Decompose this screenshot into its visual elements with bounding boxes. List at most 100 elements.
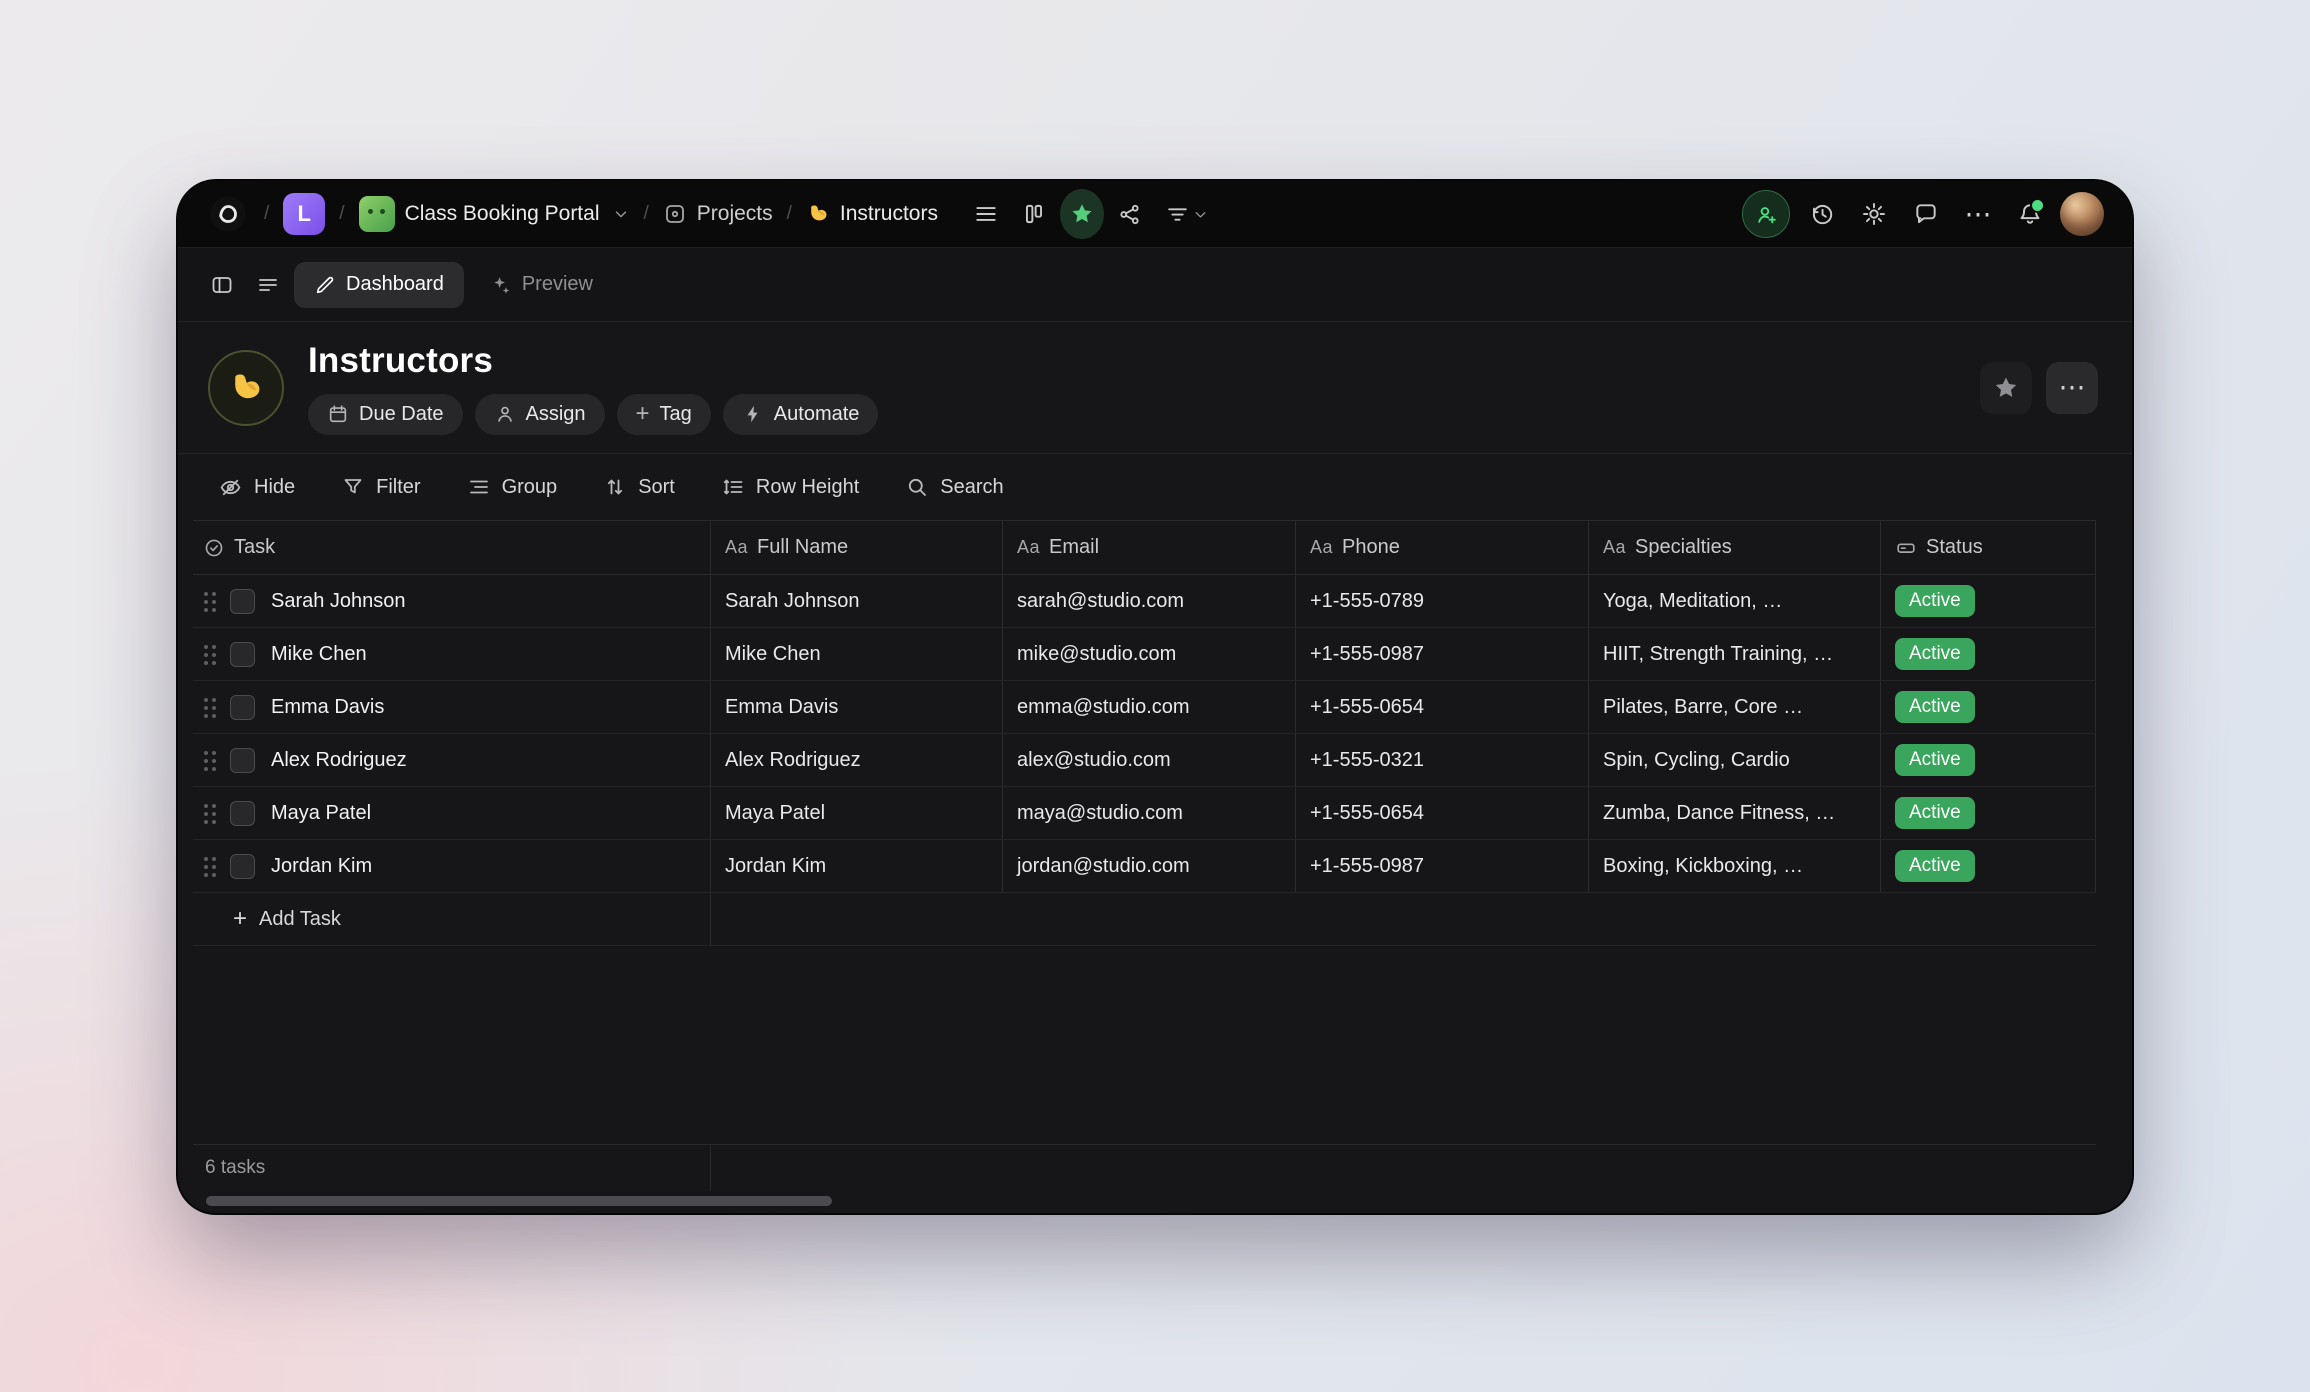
invite-members-button[interactable]	[1740, 192, 1792, 236]
scrollbar-thumb[interactable]	[206, 1196, 832, 1206]
sidebar-toggle-button[interactable]	[202, 265, 242, 305]
share-button[interactable]	[1108, 192, 1152, 236]
specialties-cell[interactable]: Spin, Cycling, Cardio	[1589, 734, 1881, 786]
add-task-button[interactable]: + Add Task	[193, 893, 711, 945]
column-header-email[interactable]: Aa Email	[1003, 521, 1296, 574]
list-view-button[interactable]	[964, 192, 1008, 236]
automate-button[interactable]: Automate	[723, 394, 879, 435]
breadcrumb-team[interactable]: Class Booking Portal	[359, 196, 630, 232]
phone-cell[interactable]: +1-555-0321	[1296, 734, 1589, 786]
help-chat-button[interactable]	[1904, 192, 1948, 236]
page-label: Instructors	[840, 202, 938, 226]
notification-dot	[2030, 198, 2045, 213]
email-cell[interactable]: jordan@studio.com	[1003, 840, 1296, 892]
row-height-button[interactable]: Row Height	[721, 475, 859, 499]
page-more-button[interactable]: ⋯	[2046, 362, 2098, 414]
breadcrumb-separator: /	[644, 203, 649, 225]
email-cell[interactable]: alex@studio.com	[1003, 734, 1296, 786]
workspace-avatar[interactable]: L	[283, 193, 325, 235]
calendar-icon	[327, 403, 349, 425]
specialties-cell[interactable]: Zumba, Dance Fitness, …	[1589, 787, 1881, 839]
search-icon	[905, 475, 929, 499]
status-cell[interactable]: Active	[1881, 787, 2096, 839]
view-switcher	[964, 192, 1218, 236]
table-row[interactable]: Sarah Johnson Sarah Johnson sarah@studio…	[193, 575, 2096, 628]
full-name-cell[interactable]: Emma Davis	[711, 681, 1003, 733]
filter-button[interactable]: Filter	[341, 475, 420, 499]
breadcrumb-page[interactable]: Instructors	[806, 202, 938, 226]
favorite-view-button[interactable]	[1060, 192, 1104, 236]
assign-button[interactable]: Assign	[475, 394, 605, 435]
drag-handle-icon[interactable]	[203, 750, 218, 771]
add-tag-button[interactable]: + Tag	[617, 394, 711, 435]
phone-cell[interactable]: +1-555-0654	[1296, 681, 1589, 733]
full-name-cell[interactable]: Alex Rodriguez	[711, 734, 1003, 786]
drag-handle-icon[interactable]	[203, 644, 218, 665]
settings-button[interactable]	[1852, 192, 1896, 236]
more-options-button[interactable]: ⋯	[1956, 192, 2000, 236]
column-header-specialties[interactable]: Aa Specialties	[1589, 521, 1881, 574]
hide-button[interactable]: Hide	[218, 475, 295, 500]
group-button[interactable]: Group	[467, 475, 558, 499]
favorite-page-button[interactable]	[1980, 362, 2032, 414]
row-checkbox[interactable]	[230, 695, 255, 720]
status-cell[interactable]: Active	[1881, 840, 2096, 892]
full-name-cell[interactable]: Maya Patel	[711, 787, 1003, 839]
full-name-cell[interactable]: Jordan Kim	[711, 840, 1003, 892]
table-row[interactable]: Maya Patel Maya Patel maya@studio.com +1…	[193, 787, 2096, 840]
tab-dashboard[interactable]: Dashboard	[294, 262, 464, 308]
full-name-cell[interactable]: Sarah Johnson	[711, 575, 1003, 627]
menu-button[interactable]	[248, 265, 288, 305]
full-name-cell[interactable]: Mike Chen	[711, 628, 1003, 680]
specialties-cell[interactable]: Yoga, Meditation, …	[1589, 575, 1881, 627]
email-cell[interactable]: emma@studio.com	[1003, 681, 1296, 733]
app-logo-icon[interactable]	[206, 192, 250, 236]
table-row[interactable]: Alex Rodriguez Alex Rodriguez alex@studi…	[193, 734, 2096, 787]
drag-handle-icon[interactable]	[203, 697, 218, 718]
column-header-status[interactable]: Status	[1881, 521, 2096, 574]
table-row[interactable]: Emma Davis Emma Davis emma@studio.com +1…	[193, 681, 2096, 734]
row-height-icon	[721, 475, 745, 499]
history-button[interactable]	[1800, 192, 1844, 236]
notifications-button[interactable]	[2008, 192, 2052, 236]
email-cell[interactable]: maya@studio.com	[1003, 787, 1296, 839]
phone-cell[interactable]: +1-555-0987	[1296, 840, 1589, 892]
sort-button[interactable]: Sort	[603, 475, 675, 499]
drag-handle-icon[interactable]	[203, 856, 218, 877]
row-checkbox[interactable]	[230, 748, 255, 773]
table-row[interactable]: Mike Chen Mike Chen mike@studio.com +1-5…	[193, 628, 2096, 681]
column-header-full-name[interactable]: Aa Full Name	[711, 521, 1003, 574]
ellipsis-icon: ⋯	[1965, 201, 1992, 228]
filter-view-button[interactable]	[1156, 192, 1218, 236]
breadcrumb-projects[interactable]: Projects	[663, 202, 773, 226]
status-cell[interactable]: Active	[1881, 628, 2096, 680]
table-row[interactable]: Jordan Kim Jordan Kim jordan@studio.com …	[193, 840, 2096, 893]
phone-cell[interactable]: +1-555-0654	[1296, 787, 1589, 839]
drag-handle-icon[interactable]	[203, 591, 218, 612]
user-avatar[interactable]	[2060, 192, 2104, 236]
phone-cell[interactable]: +1-555-0789	[1296, 575, 1589, 627]
status-cell[interactable]: Active	[1881, 734, 2096, 786]
row-checkbox[interactable]	[230, 854, 255, 879]
search-button[interactable]: Search	[905, 475, 1003, 499]
email-cell[interactable]: mike@studio.com	[1003, 628, 1296, 680]
task-cell: Sarah Johnson	[193, 575, 711, 627]
column-header-phone[interactable]: Aa Phone	[1296, 521, 1589, 574]
phone-cell[interactable]: +1-555-0987	[1296, 628, 1589, 680]
board-view-button[interactable]	[1012, 192, 1056, 236]
specialties-cell[interactable]: Pilates, Barre, Core …	[1589, 681, 1881, 733]
drag-handle-icon[interactable]	[203, 803, 218, 824]
breadcrumb-separator: /	[339, 203, 344, 225]
tab-preview[interactable]: Preview	[470, 262, 613, 308]
status-cell[interactable]: Active	[1881, 681, 2096, 733]
page-avatar[interactable]	[208, 350, 284, 426]
row-checkbox[interactable]	[230, 801, 255, 826]
specialties-cell[interactable]: Boxing, Kickboxing, …	[1589, 840, 1881, 892]
row-checkbox[interactable]	[230, 589, 255, 614]
specialties-cell[interactable]: HIIT, Strength Training, …	[1589, 628, 1881, 680]
column-header-task[interactable]: Task	[193, 521, 711, 574]
status-cell[interactable]: Active	[1881, 575, 2096, 627]
due-date-button[interactable]: Due Date	[308, 394, 463, 435]
row-checkbox[interactable]	[230, 642, 255, 667]
email-cell[interactable]: sarah@studio.com	[1003, 575, 1296, 627]
